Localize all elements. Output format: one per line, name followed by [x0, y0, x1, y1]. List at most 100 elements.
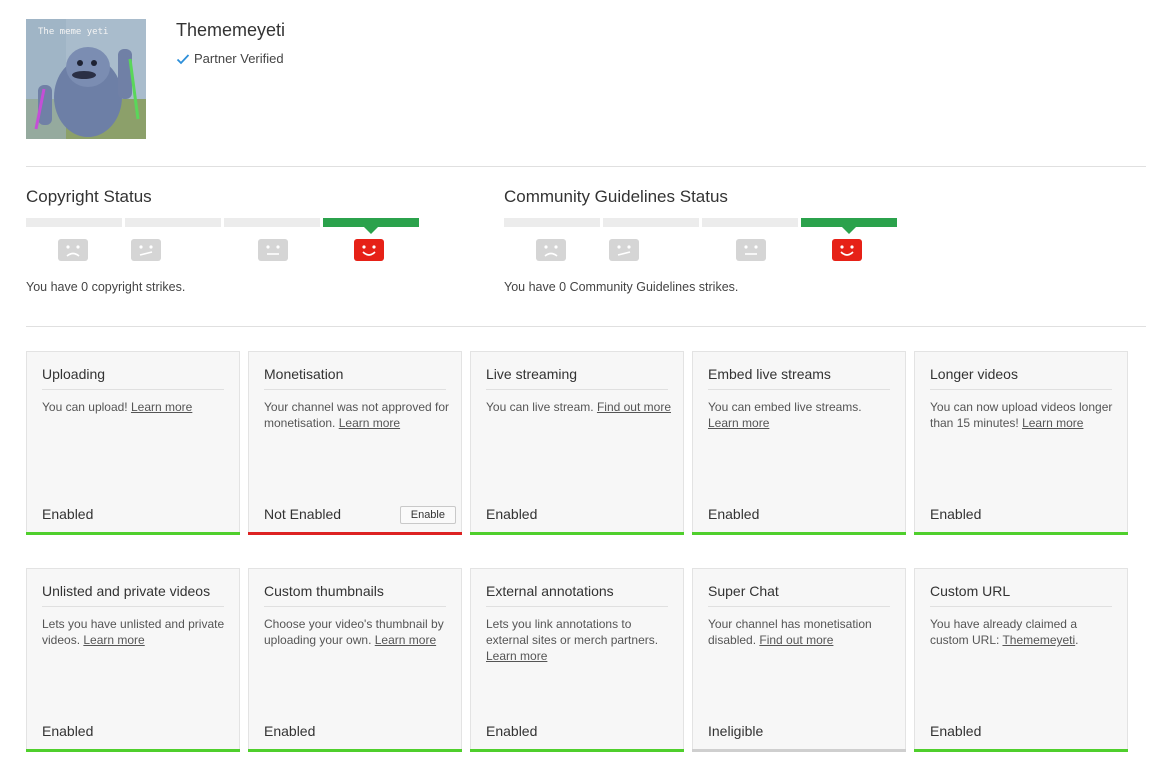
feature-title: Embed live streams [708, 366, 890, 390]
feature-card-longer-videos: Longer videos You can now upload videos l… [914, 351, 1128, 535]
feature-status-bar [248, 749, 462, 752]
copyright-strike-text: You have 0 copyright strikes. [26, 280, 186, 294]
feature-status: Not Enabled [264, 506, 342, 522]
feature-link[interactable]: Learn more [486, 649, 547, 663]
feature-title: Live streaming [486, 366, 668, 390]
feature-card-unlisted-and-private-videos: Unlisted and private videos Lets you have… [26, 568, 240, 752]
feature-link[interactable]: Learn more [131, 400, 192, 414]
community-strike-segment-3 [702, 218, 798, 227]
feature-status-bar [470, 749, 684, 752]
feature-status-bar [26, 749, 240, 752]
community-happy-face-icon [832, 239, 862, 261]
feature-status-bar [692, 532, 906, 535]
feature-link[interactable]: Find out more [759, 633, 833, 647]
community-neutral-face-icon [736, 239, 766, 261]
feature-link[interactable]: Learn more [708, 416, 769, 430]
feature-description: Choose your video's thumbnail by uploadi… [264, 616, 449, 648]
copyright-status-title: Copyright Status [26, 187, 152, 206]
feature-status-bar [692, 749, 906, 752]
feature-title: Longer videos [930, 366, 1112, 390]
feature-description: Your channel was not approved for moneti… [264, 399, 449, 431]
copyright-happy-face-icon [354, 239, 384, 261]
community-meh-face-icon [609, 239, 639, 261]
feature-status: Enabled [486, 723, 538, 739]
copyright-meh-face-icon [131, 239, 161, 261]
community-strike-bar [504, 218, 897, 234]
feature-description: You can live stream. Find out more [486, 399, 671, 415]
feature-status-bar [248, 532, 462, 535]
feature-status-bar [26, 532, 240, 535]
feature-status: Enabled [930, 506, 982, 522]
community-strike-segment-4 [801, 218, 897, 234]
feature-description-suffix: . [1075, 633, 1079, 647]
feature-status: Ineligible [708, 723, 764, 739]
feature-status: Enabled [930, 723, 982, 739]
feature-description-text: You can live stream. [486, 400, 597, 414]
community-strike-text: You have 0 Community Guidelines strikes. [504, 280, 739, 294]
feature-card-live-streaming: Live streaming You can live stream. Find … [470, 351, 684, 535]
enable-button[interactable]: Enable [399, 506, 456, 524]
feature-card-custom-thumbnails: Custom thumbnails Choose your video's thu… [248, 568, 462, 752]
copyright-strike-segment-3 [224, 218, 320, 227]
feature-link[interactable]: Find out more [597, 400, 671, 414]
feature-status-bar [470, 532, 684, 535]
feature-title: Custom thumbnails [264, 583, 446, 607]
feature-description: You can embed live streams. Learn more [708, 399, 893, 431]
community-strike-segment-2 [603, 218, 699, 227]
community-faces [504, 239, 904, 263]
feature-status-bar [914, 532, 1128, 535]
feature-status: Enabled [264, 723, 316, 739]
section-divider [26, 326, 1146, 327]
copyright-faces [26, 239, 426, 263]
copyright-strike-segment-2 [125, 218, 221, 227]
feature-description: Your channel has monetisation disabled. … [708, 616, 893, 648]
channel-header: The meme yeti Thememeyeti Partner Verifi… [26, 19, 1146, 167]
copyright-strike-segment-4 [323, 218, 419, 234]
channel-avatar[interactable]: The meme yeti [26, 19, 146, 139]
feature-description-text: You can embed live streams. [708, 400, 862, 414]
copyright-sad-face-icon [58, 239, 88, 261]
copyright-neutral-face-icon [258, 239, 288, 261]
feature-link[interactable]: Learn more [375, 633, 436, 647]
feature-title: Unlisted and private videos [42, 583, 224, 607]
feature-card-embed-live-streams: Embed live streams You can embed live str… [692, 351, 906, 535]
partner-verified: Partner Verified [176, 51, 284, 66]
community-sad-face-icon [536, 239, 566, 261]
feature-status: Enabled [708, 506, 760, 522]
feature-link[interactable]: Learn more [1022, 416, 1083, 430]
feature-card-monetisation: Monetisation Your channel was not approve… [248, 351, 462, 535]
checkmark-icon [176, 53, 190, 64]
feature-status: Enabled [42, 506, 94, 522]
verified-label: Partner Verified [194, 51, 284, 66]
feature-description: Lets you have unlisted and private video… [42, 616, 227, 648]
feature-title: Custom URL [930, 583, 1112, 607]
community-guidelines-status: Community Guidelines Status You have 0 C… [504, 186, 904, 294]
feature-description: You have already claimed a custom URL: T… [930, 616, 1115, 648]
copyright-strike-segment-1 [26, 218, 122, 227]
feature-description: You can upload! Learn more [42, 399, 227, 415]
feature-card-super-chat: Super Chat Your channel has monetisation … [692, 568, 906, 752]
feature-description-text: You can upload! [42, 400, 131, 414]
feature-description: Lets you link annotations to external si… [486, 616, 671, 664]
feature-status-bar [914, 749, 1128, 752]
feature-card-custom-url: Custom URL You have already claimed a cus… [914, 568, 1128, 752]
channel-name[interactable]: Thememeyeti [176, 20, 285, 41]
copyright-strike-bar [26, 218, 419, 234]
copyright-status: Copyright Status You have 0 copyright st… [26, 186, 426, 294]
feature-status: Enabled [42, 723, 94, 739]
feature-card-uploading: Uploading You can upload! Learn more Enabl… [26, 351, 240, 535]
community-status-title: Community Guidelines Status [504, 187, 728, 206]
feature-description: You can now upload videos longer than 15… [930, 399, 1115, 431]
feature-link[interactable]: Thememeyeti [1002, 633, 1075, 647]
avatar-caption: The meme yeti [38, 27, 108, 37]
feature-title: Super Chat [708, 583, 890, 607]
feature-link[interactable]: Learn more [339, 416, 400, 430]
feature-description-text: Lets you link annotations to external si… [486, 617, 659, 647]
feature-status: Enabled [486, 506, 538, 522]
feature-link[interactable]: Learn more [83, 633, 144, 647]
feature-title: Monetisation [264, 366, 446, 390]
feature-title: External annotations [486, 583, 668, 607]
feature-title: Uploading [42, 366, 224, 390]
feature-card-external-annotations: External annotations Lets you link annota… [470, 568, 684, 752]
community-strike-segment-1 [504, 218, 600, 227]
